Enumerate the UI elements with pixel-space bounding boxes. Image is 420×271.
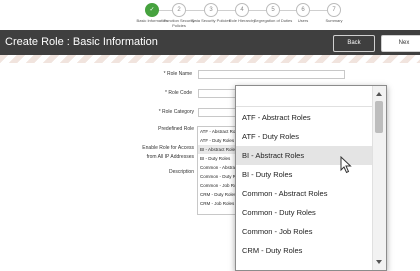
enable-role-label-line2: from All IP Addresses xyxy=(146,154,194,160)
list-item[interactable]: Common - Duty Roles xyxy=(198,172,240,181)
dropdown-option[interactable]: ATF - Duty Roles xyxy=(236,127,372,146)
dropdown-option[interactable]: CRM - Duty Roles xyxy=(236,241,372,260)
list-item[interactable]: Common - Abstract Roles xyxy=(198,163,240,172)
step-check-icon: ✓ xyxy=(145,3,159,17)
page-header: Create Role : Basic Information Back Nex xyxy=(0,30,420,55)
dropdown-option[interactable]: Common - Job Roles xyxy=(236,222,372,241)
step-number: 2 xyxy=(172,3,186,17)
step-number: 3 xyxy=(204,3,218,17)
dropdown-option[interactable]: ATF - Abstract Roles xyxy=(236,108,372,127)
step-number: 6 xyxy=(296,3,310,17)
list-item[interactable]: ATF - Duty Roles xyxy=(198,136,240,145)
step-number: 7 xyxy=(327,3,341,17)
role-category-select[interactable] xyxy=(198,108,236,117)
mouse-pointer-icon xyxy=(340,156,352,174)
list-item[interactable]: ATF - Abstract Roles xyxy=(198,127,240,136)
list-item[interactable]: BI - Duty Roles xyxy=(198,154,240,163)
process-train: ✓ Basic Information 2 Function Security … xyxy=(0,0,420,28)
scroll-up-icon[interactable] xyxy=(376,92,382,96)
dropdown-option[interactable]: Common - Duty Roles xyxy=(236,203,372,222)
dropdown-option[interactable]: Common - Abstract Roles xyxy=(236,184,372,203)
back-button[interactable]: Back xyxy=(333,35,375,52)
role-code-input[interactable] xyxy=(198,89,236,98)
list-item[interactable]: BI - Abstract Roles xyxy=(198,145,240,154)
role-name-label: * Role Name xyxy=(163,71,192,77)
role-name-input[interactable] xyxy=(198,70,345,79)
scroll-down-icon[interactable] xyxy=(376,260,382,264)
list-item[interactable]: CRM - Duty Roles xyxy=(198,190,240,199)
dropdown-options: ATF - Abstract Roles ATF - Duty Roles BI… xyxy=(236,108,372,260)
role-category-dropdown[interactable]: ATF - Abstract Roles ATF - Duty Roles BI… xyxy=(235,85,387,271)
description-label: Description xyxy=(168,169,194,175)
step-number: 5 xyxy=(266,3,280,17)
list-item[interactable]: CRM - Job Roles xyxy=(198,199,240,208)
predefined-role-label: Predefined Role xyxy=(158,126,194,132)
page-title: Create Role : Basic Information xyxy=(5,36,158,48)
train-step-label: Summary xyxy=(325,18,343,23)
enable-role-label: Enable Role for Access xyxy=(142,145,194,151)
next-button[interactable]: Nex xyxy=(381,35,420,52)
scroll-thumb[interactable] xyxy=(375,101,383,133)
decorative-stripe xyxy=(0,55,420,63)
role-code-label: * Role Code xyxy=(165,90,192,96)
step-number: 4 xyxy=(235,3,249,17)
train-step-summary[interactable]: 7 Summary xyxy=(314,3,354,23)
list-item[interactable]: Common - Job Roles xyxy=(198,181,240,190)
dropdown-search-field[interactable] xyxy=(236,86,386,107)
dropdown-scrollbar[interactable] xyxy=(372,86,386,270)
role-category-label: * Role Category xyxy=(158,109,194,115)
